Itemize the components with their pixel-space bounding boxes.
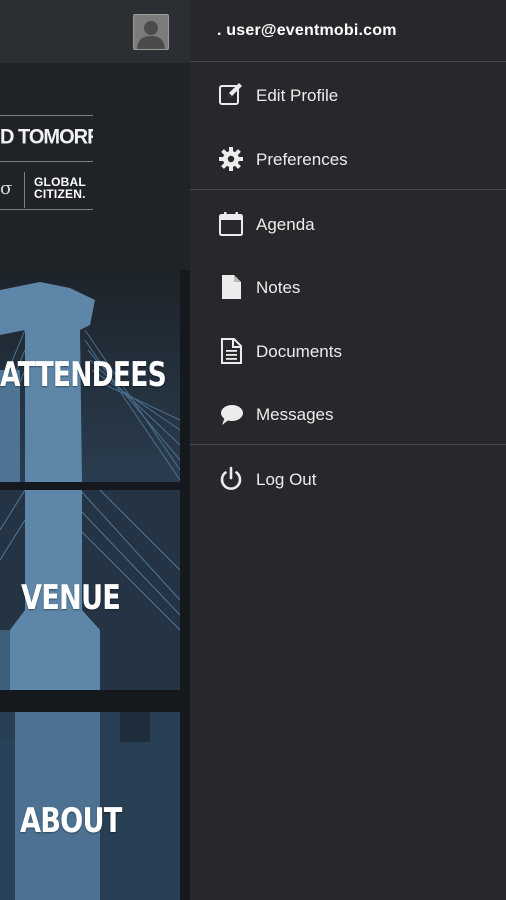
document-icon bbox=[221, 338, 242, 364]
separator bbox=[190, 61, 506, 62]
menu-item-log-out[interactable]: Log Out bbox=[190, 449, 506, 509]
power-icon bbox=[220, 466, 242, 490]
user-silhouette-icon bbox=[134, 15, 168, 49]
menu-label-log-out: Log Out bbox=[256, 470, 317, 489]
event-banner bbox=[0, 63, 190, 270]
menu-label-documents: Documents bbox=[256, 342, 342, 361]
note-icon bbox=[222, 275, 241, 299]
separator bbox=[190, 189, 506, 190]
edit-icon bbox=[219, 83, 242, 105]
calendar-icon bbox=[219, 212, 243, 236]
menu-item-agenda[interactable]: Agenda bbox=[190, 194, 506, 254]
chat-bubble-icon bbox=[221, 405, 243, 425]
menu-label-agenda: Agenda bbox=[256, 215, 315, 234]
gear-icon bbox=[219, 147, 243, 171]
menu-label-messages: Messages bbox=[256, 405, 334, 424]
banner-symbol: σ bbox=[0, 178, 13, 199]
navigation-drawer: . user@eventmobi.com Edit Profile Prefer… bbox=[190, 0, 506, 900]
menu-item-notes[interactable]: Notes bbox=[190, 257, 506, 317]
account-email: . user@eventmobi.com bbox=[217, 22, 397, 39]
tile-about[interactable]: ABOUT bbox=[20, 801, 122, 841]
separator bbox=[190, 444, 506, 445]
avatar[interactable] bbox=[133, 14, 169, 50]
menu-label-notes: Notes bbox=[256, 278, 301, 297]
menu-item-preferences[interactable]: Preferences bbox=[190, 129, 506, 189]
banner-divider bbox=[24, 172, 25, 208]
logo-line-2: CITIZEN. bbox=[34, 187, 86, 201]
banner-title: D TOMORROW bbox=[0, 125, 93, 149]
app-screen: D TOMORROW σ GLOBAL CITIZEN. bbox=[0, 0, 506, 900]
menu-item-edit-profile[interactable]: Edit Profile bbox=[190, 66, 506, 126]
background-event-page: D TOMORROW σ GLOBAL CITIZEN. bbox=[0, 0, 190, 900]
menu-label-preferences: Preferences bbox=[256, 150, 348, 169]
tile-attendees[interactable]: ATTENDEES bbox=[0, 355, 167, 395]
background-app-bar bbox=[0, 0, 190, 63]
global-citizen-logo: GLOBAL CITIZEN. bbox=[34, 176, 86, 200]
menu-item-documents[interactable]: Documents bbox=[190, 321, 506, 381]
menu-label-edit-profile: Edit Profile bbox=[256, 86, 339, 105]
menu-item-messages[interactable]: Messages bbox=[190, 385, 506, 445]
tile-venue[interactable]: VENUE bbox=[21, 578, 121, 618]
